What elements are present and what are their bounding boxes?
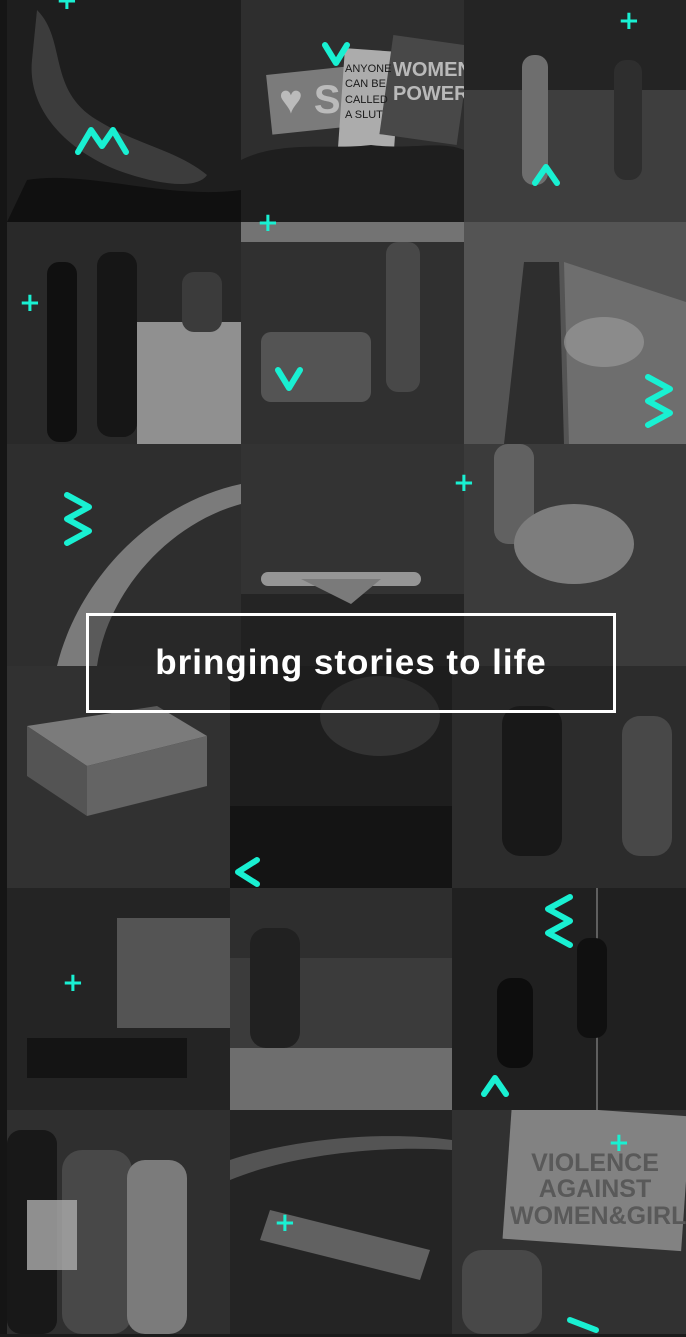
chevron-up-icon (531, 162, 561, 191)
atoll-map-tile[interactable] (7, 0, 241, 222)
people-on-ground-tile[interactable] (230, 888, 452, 1110)
m-mark-icon (74, 124, 130, 159)
plus-icon: + (56, 0, 78, 16)
violence-sign-text: VIOLENCE AGAINST WOMEN&GIRLS (510, 1149, 686, 1230)
heart-sign-text: ♥ S (279, 78, 341, 122)
award-ceremony-image (7, 222, 241, 444)
resort-interior-tile[interactable] (7, 888, 230, 1110)
chevron-down-icon (321, 40, 351, 71)
zigzag-icon (644, 373, 674, 432)
airplane-cabin-tile[interactable] (241, 222, 464, 444)
street-walkers-image (464, 0, 686, 222)
street-walkers-tile[interactable] (464, 0, 686, 222)
plus-icon: + (618, 6, 640, 36)
protest-signs-tile[interactable]: ♥ S ANYONE CAN BE CALLED A SLUT WOMEN PO… (241, 0, 464, 222)
zigzag-icon (63, 491, 93, 550)
tagline-text: bringing stories to life (155, 643, 547, 682)
award-ceremony-tile[interactable] (7, 222, 241, 444)
plus-icon: + (608, 1128, 630, 1158)
ship-aerial-image (230, 1110, 452, 1334)
chevron-up-icon (480, 1073, 510, 1102)
handwritten-sign-text: ANYONE CAN BE CALLED A SLUT (345, 63, 392, 122)
atoll-map-image (7, 0, 241, 222)
airplane-cabin-image (241, 222, 464, 444)
violence-protest-tile[interactable]: VIOLENCE AGAINST WOMEN&GIRLS (452, 1110, 686, 1334)
chevron-left-icon (232, 856, 262, 891)
certificate-group-tile[interactable] (7, 1110, 230, 1334)
resort-interior-image (7, 888, 230, 1110)
people-on-ground-image (230, 888, 452, 1110)
plus-icon: + (274, 1208, 296, 1238)
plus-icon: + (453, 468, 475, 498)
chevron-down-icon (274, 365, 304, 396)
tagline-box: bringing stories to life (86, 613, 616, 713)
power-sign-text: WOMEN POWER (393, 59, 464, 105)
plus-icon: + (19, 288, 41, 318)
plus-icon: + (257, 208, 279, 238)
plus-icon: + (62, 968, 84, 998)
certificate-group-image (7, 1110, 230, 1334)
ship-aerial-tile[interactable] (230, 1110, 452, 1334)
zigzag-icon (544, 893, 574, 952)
